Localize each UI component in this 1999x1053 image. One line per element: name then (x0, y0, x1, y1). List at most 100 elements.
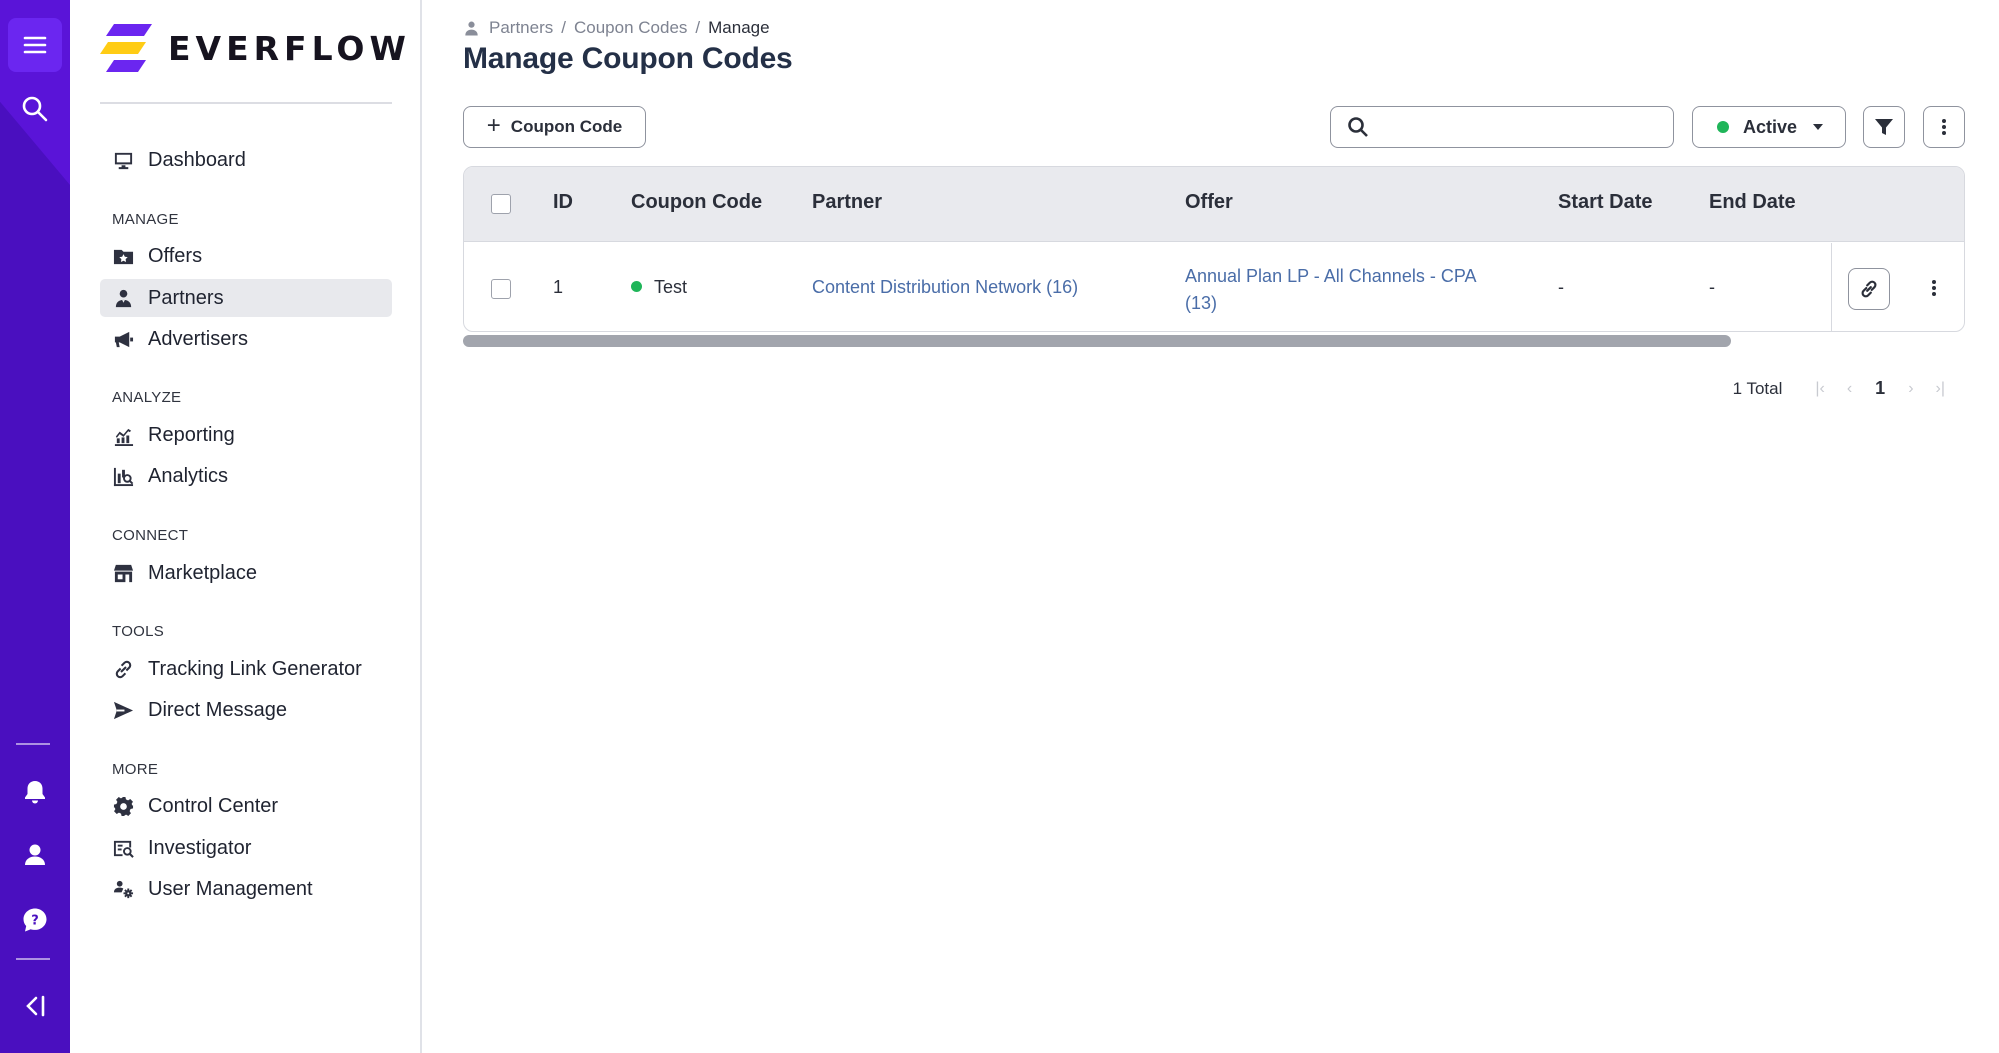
user-icon (25, 844, 45, 865)
megaphone-icon (112, 328, 134, 350)
menu-button[interactable] (8, 18, 62, 72)
cell-offer-link[interactable]: Annual Plan LP - All Channels - CPA (13) (1185, 263, 1477, 317)
cell-partner-link[interactable]: Content Distribution Network (16) (812, 277, 1078, 298)
gear-icon (112, 795, 134, 817)
sidebar-item-dashboard[interactable]: Dashboard (100, 141, 392, 179)
sidebar-item-user-management[interactable]: User Management (100, 870, 392, 908)
page-number[interactable]: 1 (1875, 378, 1885, 399)
search-icon (22, 96, 48, 122)
coupon-code-value: Test (654, 277, 688, 297)
sidebar-item-label: Offers (148, 244, 203, 267)
send-icon (112, 699, 134, 721)
sidebar-item-reporting[interactable]: Reporting (100, 416, 392, 454)
main-content: Partners / Coupon Codes / Manage Manage … (424, 0, 1999, 1053)
sidebar-item-label: Tracking Link Generator (148, 657, 362, 680)
sidebar-item-control-center[interactable]: Control Center (100, 787, 392, 825)
search-field[interactable] (1330, 106, 1674, 148)
coupon-codes-table: ID Coupon Code Partner Offer Start Date … (463, 166, 1965, 332)
row-checkbox[interactable] (491, 279, 511, 299)
sidebar-item-label: User Management (148, 877, 313, 900)
help-button[interactable]: ? (8, 893, 62, 947)
monitor-icon (112, 149, 134, 171)
table-row[interactable]: 1 Test Content Distribution Network (16)… (464, 243, 1964, 331)
sidebar-item-label: Dashboard (148, 148, 246, 171)
more-options-button[interactable] (1923, 106, 1965, 148)
everflow-logo-icon (100, 24, 152, 72)
next-page-button[interactable]: › (1908, 380, 1913, 398)
sidebar-item-investigator[interactable]: Investigator (100, 829, 392, 867)
cell-end-date: - (1709, 277, 1715, 297)
table-header: ID Coupon Code Partner Offer Start Date … (464, 167, 1964, 242)
column-header-coupon-code[interactable]: Coupon Code (631, 191, 762, 214)
kebab-menu-icon (1932, 280, 1936, 296)
sidebar: EVERFLOW Dashboard MANAGE Offers Partner… (70, 0, 422, 1053)
nav-heading-analyze: ANALYZE (112, 389, 182, 406)
breadcrumb-coupon-codes[interactable]: Coupon Codes (574, 18, 687, 38)
sidebar-item-analytics[interactable]: Analytics (100, 457, 392, 495)
status-active-dot (1717, 121, 1729, 133)
breadcrumb-separator: / (561, 18, 566, 37)
offer-name: Annual Plan LP - All Channels - CPA (1185, 266, 1477, 286)
total-count: 1 Total (1732, 378, 1783, 398)
column-header-end-date[interactable]: End Date (1709, 191, 1796, 214)
sidebar-item-label: Direct Message (148, 698, 287, 721)
menu-icon (23, 36, 47, 54)
kebab-menu-icon (1942, 119, 1946, 135)
sidebar-item-label: Control Center (148, 794, 279, 817)
partners-icon (112, 287, 134, 309)
prev-page-button[interactable]: ‹ (1847, 380, 1852, 398)
column-header-partner[interactable]: Partner (812, 191, 882, 214)
rail-divider (16, 743, 50, 745)
profile-button[interactable] (8, 828, 62, 882)
nav-heading-more: MORE (112, 761, 159, 778)
sidebar-item-marketplace[interactable]: Marketplace (100, 554, 392, 592)
status-filter-value: Active (1743, 116, 1798, 137)
reporting-icon (112, 424, 134, 446)
sidebar-item-offers[interactable]: Offers (100, 237, 392, 275)
breadcrumb: Partners / Coupon Codes / Manage (463, 18, 770, 38)
column-header-id[interactable]: ID (553, 191, 573, 214)
last-page-button[interactable]: ›| (1936, 380, 1945, 398)
notifications-button[interactable] (8, 765, 62, 819)
cell-coupon-code: Test (631, 277, 687, 298)
first-page-button[interactable]: |‹ (1815, 380, 1824, 398)
global-search-button[interactable] (8, 82, 62, 136)
sidebar-item-partners[interactable]: Partners (100, 279, 392, 317)
copy-link-button[interactable] (1848, 268, 1890, 310)
collapse-sidebar-icon (26, 995, 45, 1017)
add-coupon-code-button[interactable]: + Coupon Code (463, 106, 646, 148)
plus-icon: + (486, 111, 501, 139)
icon-rail: ? (0, 0, 70, 1053)
brand-logo[interactable]: EVERFLOW (100, 20, 411, 76)
add-coupon-code-label: Coupon Code (510, 117, 623, 136)
select-all-checkbox[interactable] (491, 194, 511, 214)
sidebar-item-advertisers[interactable]: Advertisers (100, 320, 392, 358)
breadcrumb-current: Manage (708, 18, 770, 37)
row-more-button[interactable] (1924, 273, 1944, 303)
link-icon (112, 658, 134, 680)
cell-id: 1 (553, 277, 564, 297)
sidebar-item-direct-message[interactable]: Direct Message (100, 691, 392, 729)
sidebar-item-tracking-link-generator[interactable]: Tracking Link Generator (100, 650, 392, 688)
offer-id: (13) (1185, 293, 1218, 313)
collapse-sidebar-button[interactable] (8, 979, 62, 1033)
column-header-start-date[interactable]: Start Date (1558, 191, 1652, 214)
help-icon: ? (23, 908, 47, 932)
filter-button[interactable] (1863, 106, 1905, 148)
column-header-offer[interactable]: Offer (1185, 191, 1233, 214)
partners-icon (465, 21, 478, 35)
sidebar-item-label: Marketplace (148, 561, 257, 584)
horizontal-scrollbar[interactable] (463, 335, 1731, 347)
sidebar-item-label: Reporting (148, 423, 235, 446)
search-input[interactable] (1379, 117, 1673, 137)
breadcrumb-partners[interactable]: Partners (489, 18, 553, 38)
status-filter-dropdown[interactable]: Active (1692, 106, 1846, 148)
bell-icon (25, 781, 45, 804)
link-icon (1861, 280, 1877, 298)
row-actions (1831, 243, 1964, 331)
svg-text:?: ? (31, 914, 39, 929)
brand-name: EVERFLOW (168, 28, 411, 68)
offers-folder-icon (112, 245, 134, 267)
investigator-icon (112, 837, 134, 859)
user-management-icon (112, 878, 134, 900)
